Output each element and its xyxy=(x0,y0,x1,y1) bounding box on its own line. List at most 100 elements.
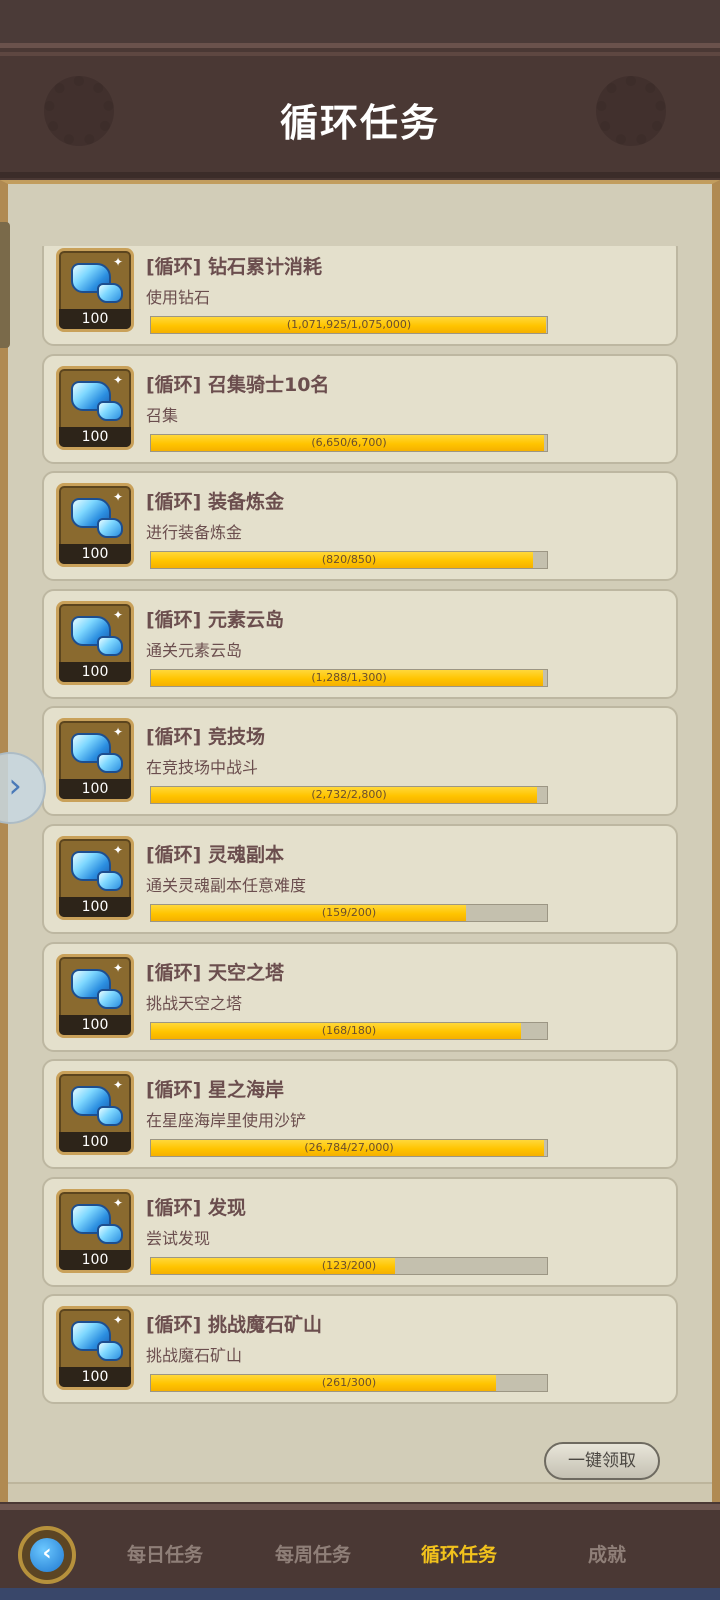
sparkle-icon: ✦ xyxy=(113,725,124,740)
claim-all-button[interactable]: 一键领取 xyxy=(544,1442,660,1480)
sparkle-icon: ✦ xyxy=(113,490,124,505)
diamond-reward-icon: ✦ 100 xyxy=(56,836,134,920)
task-item[interactable]: ✦ 100 [循环] 竞技场 在竞技场中战斗 (2,732/2,800) xyxy=(42,706,678,817)
task-name: [循环] 发现 xyxy=(146,1196,246,1219)
side-handle[interactable] xyxy=(0,222,10,348)
diamond-small-icon xyxy=(97,518,123,539)
diamond-small-icon xyxy=(97,635,123,656)
diamond-reward-icon: ✦ 100 xyxy=(56,718,134,803)
task-description: 在星座海岸里使用沙铲 xyxy=(146,1111,307,1131)
header: 循环任务 xyxy=(0,52,720,178)
diamond-reward-icon: ✦ 100 xyxy=(56,1306,134,1391)
sparkle-icon: ✦ xyxy=(113,1195,124,1210)
diamond-reward-icon: ✦ 100 xyxy=(56,483,134,568)
progress-bar: (261/300) xyxy=(150,1374,548,1393)
diamond-reward-icon: ✦ 100 xyxy=(56,600,134,685)
back-button[interactable]: ‹ xyxy=(18,1526,76,1584)
task-description: 挑战魔石矿山 xyxy=(146,1346,243,1366)
reward-amount: 100 xyxy=(59,897,131,917)
reward-amount: 100 xyxy=(59,1249,131,1270)
task-item[interactable]: ✦ 100 [循环] 装备炼金 进行装备炼金 (820/850) xyxy=(42,471,678,582)
diamond-small-icon xyxy=(97,1341,123,1362)
progress-bar: (123/200) xyxy=(150,1256,548,1275)
reward-amount: 100 xyxy=(59,426,131,447)
task-name: [循环] 召集骑士10名 xyxy=(146,373,330,396)
tab-daily[interactable]: 每日任务 xyxy=(90,1540,240,1567)
progress-text: (159/200) xyxy=(321,906,377,919)
task-list[interactable]: ✦ 100 [循环] 钻石累计消耗 使用钻石 (1,071,925/1,075,… xyxy=(42,246,678,1426)
progress-text: (6,650/6,700) xyxy=(311,435,387,449)
diamond-small-icon xyxy=(97,1106,123,1127)
progress-bar: (159/200) xyxy=(150,904,548,922)
diamond-small-icon xyxy=(97,753,123,774)
task-item[interactable]: ✦ 100 [循环] 元素云岛 通关元素云岛 (1,288/1,300) xyxy=(42,588,678,699)
progress-text: (123/200) xyxy=(321,1258,377,1272)
reward-amount: 100 xyxy=(59,1367,131,1388)
progress-text: (1,071,925/1,075,000) xyxy=(286,318,412,331)
bottom-nav: ‹ 每日任务 每周任务 循环任务 成就 xyxy=(0,1504,720,1600)
task-description: 使用钻石 xyxy=(146,288,211,307)
progress-text: (168/180) xyxy=(321,1023,377,1037)
diamond-reward-icon: ✦ 100 xyxy=(56,1188,134,1273)
task-item[interactable]: ✦ 100 [循环] 星之海岸 在星座海岸里使用沙铲 (26,784/27,00… xyxy=(42,1059,678,1170)
task-name: [循环] 元素云岛 xyxy=(146,608,284,631)
bottom-edge xyxy=(0,1588,720,1600)
back-arrow-icon: ‹ xyxy=(30,1538,64,1572)
sparkle-icon: ✦ xyxy=(113,843,124,857)
progress-bar: (168/180) xyxy=(150,1021,548,1040)
task-item[interactable]: ✦ 100 [循环] 召集骑士10名 召集 (6,650/6,700) xyxy=(42,353,678,464)
reward-amount: 100 xyxy=(59,661,131,682)
task-item[interactable]: ✦ 100 [循环] 天空之塔 挑战天空之塔 (168/180) xyxy=(42,941,678,1052)
diamond-reward-icon: ✦ 100 xyxy=(56,1071,134,1156)
task-name: [循环] 竞技场 xyxy=(146,726,265,749)
task-description: 进行装备炼金 xyxy=(146,523,243,543)
task-description: 召集 xyxy=(146,405,179,425)
diamond-small-icon xyxy=(97,871,123,891)
task-item[interactable]: ✦ 100 [循环] 发现 尝试发现 (123/200) xyxy=(42,1176,678,1287)
reward-amount: 100 xyxy=(59,779,131,800)
progress-bar: (1,071,925/1,075,000) xyxy=(150,316,548,334)
task-name: [循环] 钻石累计消耗 xyxy=(146,256,322,278)
progress-text: (26,784/27,000) xyxy=(304,1141,394,1155)
diamond-small-icon xyxy=(97,400,123,421)
diamond-small-icon xyxy=(97,1223,123,1244)
progress-text: (820/850) xyxy=(321,553,377,567)
task-description: 通关元素云岛 xyxy=(146,640,243,660)
task-description: 通关灵魂副本任意难度 xyxy=(146,876,307,895)
top-band xyxy=(0,0,720,48)
progress-bar: (1,288/1,300) xyxy=(150,668,548,687)
task-item[interactable]: ✦ 100 [循环] 挑战魔石矿山 挑战魔石矿山 (261/300) xyxy=(42,1294,678,1405)
sparkle-icon: ✦ xyxy=(113,607,124,622)
tab-cycle[interactable]: 循环任务 xyxy=(384,1540,534,1567)
task-name: [循环] 装备炼金 xyxy=(146,491,284,514)
task-description: 尝试发现 xyxy=(146,1228,211,1248)
progress-bar: (6,650/6,700) xyxy=(150,433,548,452)
sparkle-icon: ✦ xyxy=(113,372,124,387)
sparkle-icon: ✦ xyxy=(113,1313,124,1328)
progress-bar: (2,732/2,800) xyxy=(150,786,548,805)
task-item[interactable]: ✦ 100 [循环] 灵魂副本 通关灵魂副本任意难度 (159/200) xyxy=(42,824,678,934)
task-description: 挑战天空之塔 xyxy=(146,993,243,1013)
reward-amount: 100 xyxy=(59,544,131,565)
task-name: [循环] 星之海岸 xyxy=(146,1079,284,1102)
task-name: [循环] 天空之塔 xyxy=(146,961,284,984)
progress-bar: (820/850) xyxy=(150,551,548,570)
sparkle-icon: ✦ xyxy=(113,255,124,269)
diamond-reward-icon: ✦ 100 xyxy=(56,953,134,1038)
reward-amount: 100 xyxy=(59,309,131,329)
diamond-reward-icon: ✦ 100 xyxy=(56,248,134,332)
task-item[interactable]: ✦ 100 [循环] 钻石累计消耗 使用钻石 (1,071,925/1,075,… xyxy=(42,246,678,346)
task-name: [循环] 挑战魔石矿山 xyxy=(146,1314,322,1337)
diamond-small-icon xyxy=(97,988,123,1009)
tab-weekly[interactable]: 每周任务 xyxy=(238,1540,388,1567)
sparkle-icon: ✦ xyxy=(113,1078,124,1093)
progress-bar: (26,784/27,000) xyxy=(150,1139,548,1158)
task-name: [循环] 灵魂副本 xyxy=(146,844,284,866)
progress-text: (1,288/1,300) xyxy=(311,670,387,684)
task-description: 在竞技场中战斗 xyxy=(146,758,259,778)
progress-text: (261/300) xyxy=(321,1376,377,1390)
progress-text: (2,732/2,800) xyxy=(311,788,387,802)
page-title: 循环任务 xyxy=(279,101,440,145)
tab-achievements[interactable]: 成就 xyxy=(532,1540,682,1567)
sparkle-icon: ✦ xyxy=(113,960,124,975)
